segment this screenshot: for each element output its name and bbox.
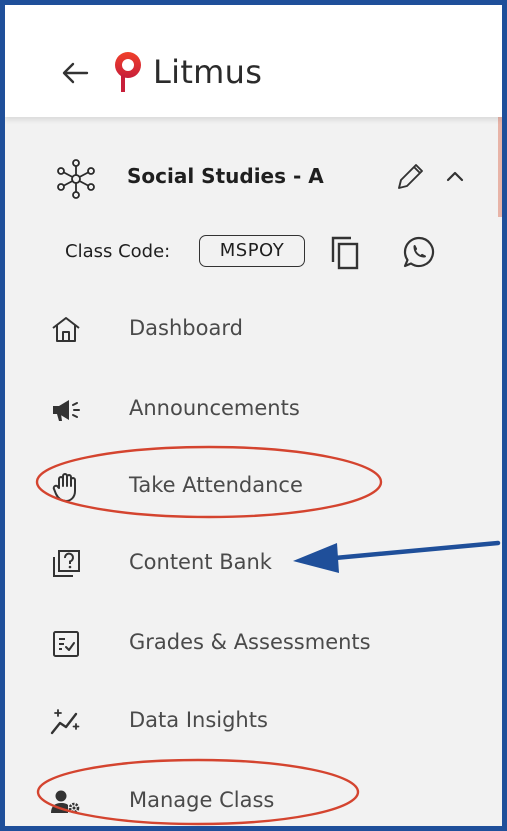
nav-item-manage-class[interactable]: Manage Class — [5, 773, 502, 826]
nav-label-announcements: Announcements — [129, 396, 300, 420]
nav-label-content-bank: Content Bank — [129, 550, 272, 574]
sparkle-chart-icon — [50, 709, 80, 735]
class-name: Social Studies - A — [127, 164, 324, 188]
nav-item-take-attendance[interactable]: Take Attendance — [5, 458, 502, 518]
checklist-icon — [53, 631, 79, 657]
copy-icon[interactable] — [327, 232, 363, 272]
nav-item-grades-assessments[interactable]: Grades & Assessments — [5, 615, 502, 675]
whatsapp-icon[interactable] — [401, 234, 437, 270]
megaphone-icon — [53, 400, 80, 421]
class-header[interactable]: Social Studies - A — [5, 150, 502, 210]
question-library-icon — [53, 550, 80, 577]
back-arrow-icon[interactable] — [57, 53, 97, 93]
class-code-value: MSPOY — [199, 235, 305, 267]
network-icon — [57, 159, 95, 199]
nav-item-content-bank[interactable]: Content Bank — [5, 535, 502, 595]
home-icon — [52, 317, 80, 342]
chevron-up-icon[interactable] — [443, 164, 467, 188]
nav-label-grades-assessments: Grades & Assessments — [129, 630, 371, 654]
nav-label-data-insights: Data Insights — [129, 708, 268, 732]
nav-item-data-insights[interactable]: Data Insights — [5, 693, 502, 753]
hand-icon — [52, 473, 76, 502]
nav-item-announcements[interactable]: Announcements — [5, 381, 502, 441]
pencil-icon[interactable] — [393, 160, 427, 194]
class-code-label: Class Code: — [65, 241, 171, 262]
top-bar: Litmus — [5, 5, 502, 117]
nav-label-take-attendance: Take Attendance — [129, 473, 303, 497]
user-gear-icon — [51, 790, 80, 814]
class-code-row: Class Code: MSPOY — [5, 230, 502, 278]
brand-name[interactable]: Litmus — [153, 53, 262, 91]
nav-item-dashboard[interactable]: Dashboard — [5, 301, 502, 361]
litmus-logo-icon — [115, 52, 141, 92]
nav-label-manage-class: Manage Class — [129, 788, 275, 812]
nav-label-dashboard: Dashboard — [129, 316, 243, 340]
screenshot-frame: Litmus Social Studies - A Class Code: MS — [0, 0, 507, 831]
